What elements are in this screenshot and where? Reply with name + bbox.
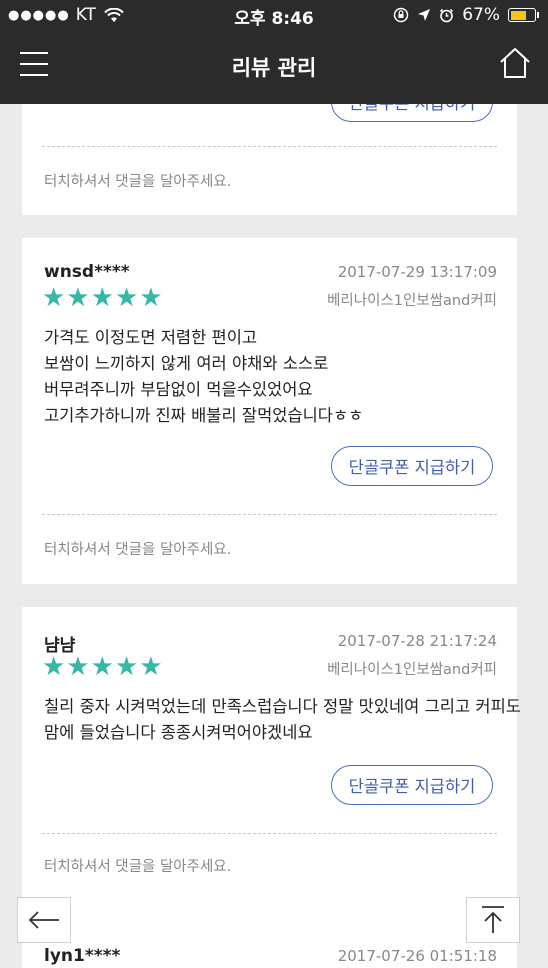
arrow-left-icon	[28, 911, 59, 929]
home-icon[interactable]	[498, 46, 532, 80]
divider	[42, 833, 497, 834]
review-text: 칠리 중자 시켜먹었는데 만족스럽습니다 정말 맛있네여 그리고 커피도 맘에 …	[44, 694, 521, 746]
review-card: 냠냠 2017-07-28 21:17:24 ★★★★★ 베리나이스1인보쌈an…	[22, 607, 521, 927]
coupon-button[interactable]: 단골쿠폰 지급하기	[331, 446, 493, 486]
reply-input[interactable]: 터치하셔서 댓글을 달아주세요.	[44, 538, 231, 559]
app-header: 리뷰 관리	[0, 30, 548, 104]
divider	[42, 514, 497, 515]
coupon-button[interactable]: 단골쿠폰 지급하기	[331, 765, 493, 805]
divider	[42, 146, 497, 147]
review-text-line: 칠리 중자 시켜먹었는데 만족스럽습니다 정말 맛있네여 그리고 커피도	[44, 697, 521, 716]
review-text-line: 맘에 들었습니다 종종시켜먹어야겠네요	[44, 723, 313, 742]
location-icon	[418, 9, 431, 21]
alarm-icon	[440, 8, 454, 22]
status-bar: ●●●●● KT 오후 8:46 67%	[0, 0, 548, 30]
battery-percent: 67%	[462, 5, 500, 25]
store-name: 베리나이스1인보쌈and커피	[327, 662, 497, 678]
review-card: wnsd**** 2017-07-29 13:17:09 ★★★★★ 베리나이스…	[22, 238, 517, 584]
review-text-line: 가격도 이정도면 저렴한 편이고	[44, 328, 258, 347]
review-text-line: 보쌈이 느끼하지 않게 여러 야채와 소스로	[44, 354, 329, 373]
review-date: 2017-07-29 13:17:09	[337, 263, 497, 281]
review-list[interactable]: 단골쿠폰 지급하기 터치하셔서 댓글을 달아주세요. wnsd**** 2017…	[0, 104, 548, 968]
review-date: 2017-07-28 21:17:24	[337, 632, 497, 650]
review-username: lyn1****	[44, 946, 121, 966]
star-rating: ★★★★★	[42, 652, 164, 682]
store-name: 베리나이스1인보쌈and커피	[327, 293, 497, 309]
star-rating: ★★★★★	[42, 283, 164, 313]
status-right: 67%	[393, 5, 539, 25]
rotation-lock-icon	[393, 7, 409, 23]
reply-input[interactable]: 터치하셔서 댓글을 달아주세요.	[44, 855, 231, 876]
review-text: 가격도 이정도면 저렴한 편이고 보쌈이 느끼하지 않게 여러 야채와 소스로 …	[44, 325, 499, 429]
review-card: 단골쿠폰 지급하기 터치하셔서 댓글을 달아주세요.	[22, 104, 517, 215]
reply-input[interactable]: 터치하셔서 댓글을 달아주세요.	[44, 170, 231, 191]
scroll-top-button[interactable]	[466, 897, 520, 943]
back-button[interactable]	[17, 897, 71, 943]
battery-level	[510, 10, 526, 20]
page-title: 리뷰 관리	[231, 56, 317, 80]
review-username: wnsd****	[44, 262, 130, 282]
coupon-button[interactable]: 단골쿠폰 지급하기	[331, 104, 493, 122]
battery-icon	[508, 8, 539, 22]
scroll-to-top-icon	[482, 906, 504, 933]
review-card: lyn1**** 2017-07-26 01:51:18	[22, 926, 517, 968]
review-date: 2017-07-26 01:51:18	[337, 947, 497, 965]
review-text-line: 고기추가하니까 진짜 배불리 잘먹었습니다ㅎㅎ	[44, 406, 364, 425]
review-text-line: 버무려주니까 부담없이 먹을수있었어요	[44, 380, 313, 399]
